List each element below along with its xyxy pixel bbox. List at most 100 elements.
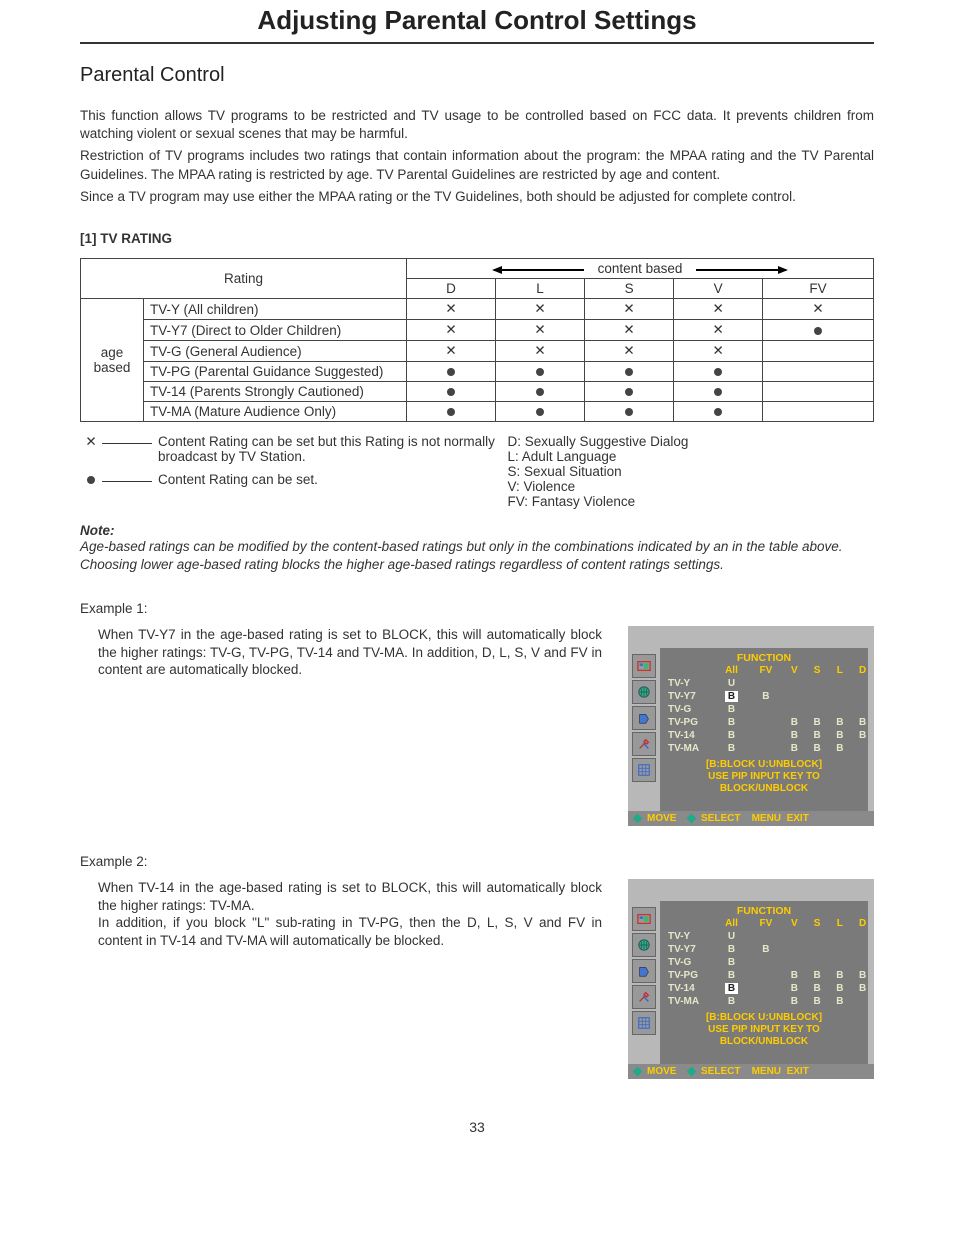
osd-row: TV-YU: [666, 677, 874, 690]
rating-cell: ✕: [763, 299, 874, 320]
rating-table: Rating content based DLSVFV age basedTV-…: [80, 258, 874, 422]
osd-cell: [828, 690, 851, 703]
osd-cell: B: [828, 982, 851, 995]
title-rule: [80, 42, 874, 44]
osd-cell: [783, 930, 806, 943]
osd-column-header: V: [783, 664, 806, 677]
tv-rating-heading: [1] TV RATING: [80, 231, 874, 246]
rating-cell: [407, 402, 496, 422]
legend-code: L: Adult Language: [508, 449, 874, 464]
arrow-left-icon: [494, 269, 584, 271]
osd-cell: [749, 956, 783, 969]
rating-cell: [496, 402, 585, 422]
x-mark-icon: ✕: [80, 434, 102, 450]
osd-cell: [828, 956, 851, 969]
age-based-label: age based: [81, 299, 144, 422]
osd-row: TV-YU: [666, 930, 874, 943]
osd-row-label: TV-14: [666, 982, 714, 995]
globe-icon: [632, 933, 656, 957]
osd-row: TV-PGBBBBB: [666, 716, 874, 729]
osd-cell: [828, 930, 851, 943]
osd-cell: B: [851, 716, 874, 729]
legend-code: V: Violence: [508, 479, 874, 494]
osd-cell: [783, 956, 806, 969]
rating-label: TV-Y7 (Direct to Older Children): [144, 320, 407, 341]
column-header: L: [496, 279, 585, 299]
osd-cell: B: [714, 703, 749, 716]
rating-cell: [407, 362, 496, 382]
osd-cell: [806, 690, 829, 703]
rating-cell: ✕: [585, 299, 674, 320]
osd-cell: B: [806, 995, 829, 1008]
rating-label: TV-Y (All children): [144, 299, 407, 320]
rating-cell: [763, 402, 874, 422]
table-row: TV-Y7 (Direct to Older Children)✕✕✕✕: [81, 320, 874, 341]
legend-code: D: Sexually Suggestive Dialog: [508, 434, 874, 449]
globe-icon: [632, 680, 656, 704]
rating-cell: [763, 382, 874, 402]
osd-cell: [851, 930, 874, 943]
osd-cell: [806, 956, 829, 969]
osd-cell: B: [783, 716, 806, 729]
osd-row: TV-MABBBB: [666, 995, 874, 1008]
osd-row-label: TV-Y: [666, 930, 714, 943]
osd-row-label: TV-PG: [666, 969, 714, 982]
rating-cell: ✕: [585, 320, 674, 341]
tools-icon: [632, 732, 656, 756]
osd-cell: B: [714, 956, 749, 969]
osd-cell: [783, 690, 806, 703]
content-based-header: content based: [407, 259, 874, 279]
column-header: D: [407, 279, 496, 299]
table-row: TV-14 (Parents Strongly Cautioned): [81, 382, 874, 402]
osd-column-header: FV: [749, 917, 783, 930]
osd-cell: U: [714, 677, 749, 690]
osd-cell: [851, 677, 874, 690]
rating-cell: ✕: [674, 341, 763, 362]
osd-cell: [806, 703, 829, 716]
osd-cell: B: [714, 729, 749, 742]
osd-cell: [851, 956, 874, 969]
osd-cell: B: [806, 969, 829, 982]
osd-cell: [851, 995, 874, 1008]
rating-cell: [763, 362, 874, 382]
table-row: TV-PG (Parental Guidance Suggested): [81, 362, 874, 382]
osd-cell: [806, 943, 829, 956]
column-header: FV: [763, 279, 874, 299]
rating-cell: ✕: [674, 320, 763, 341]
osd-row-label: TV-G: [666, 703, 714, 716]
osd-cell: B: [714, 995, 749, 1008]
rating-cell: [674, 402, 763, 422]
osd-cell: B: [783, 729, 806, 742]
osd-row: TV-GB: [666, 956, 874, 969]
osd-cell: U: [714, 930, 749, 943]
osd-cell: B: [783, 969, 806, 982]
section-title: Parental Control: [80, 64, 874, 87]
osd-cell: B: [714, 982, 749, 995]
intro-paragraph: Restriction of TV programs includes two …: [80, 147, 874, 183]
osd-cell: [851, 690, 874, 703]
rating-cell: [674, 362, 763, 382]
intro-paragraph: This function allows TV programs to be r…: [80, 107, 874, 143]
osd-cell: B: [749, 690, 783, 703]
osd-cell: B: [828, 742, 851, 755]
osd-cell: [749, 982, 783, 995]
rating-cell: [496, 362, 585, 382]
osd-cell: B: [714, 742, 749, 755]
rating-cell: ✕: [496, 341, 585, 362]
osd-title: FUNCTION: [660, 901, 868, 917]
osd-footer: MOVE SELECT MENU EXIT: [628, 811, 874, 826]
osd-column-header: V: [783, 917, 806, 930]
example-label: Example 2:: [80, 854, 874, 869]
legend: ✕ Content Rating can be set but this Rat…: [80, 434, 874, 509]
arrow-right-icon: [696, 269, 786, 271]
osd-row: TV-PGBBBBB: [666, 969, 874, 982]
osd-message: [B:BLOCK U:UNBLOCK]USE PIP INPUT KEY TOB…: [660, 1012, 868, 1048]
rating-label: TV-MA (Mature Audience Only): [144, 402, 407, 422]
osd-row-label: TV-PG: [666, 716, 714, 729]
osd-cell: B: [783, 742, 806, 755]
note-body: Age-based ratings can be modified by the…: [80, 538, 874, 556]
osd-column-header: L: [828, 917, 851, 930]
legend-code: S: Sexual Situation: [508, 464, 874, 479]
osd-cell: [851, 943, 874, 956]
osd-cell: B: [714, 716, 749, 729]
